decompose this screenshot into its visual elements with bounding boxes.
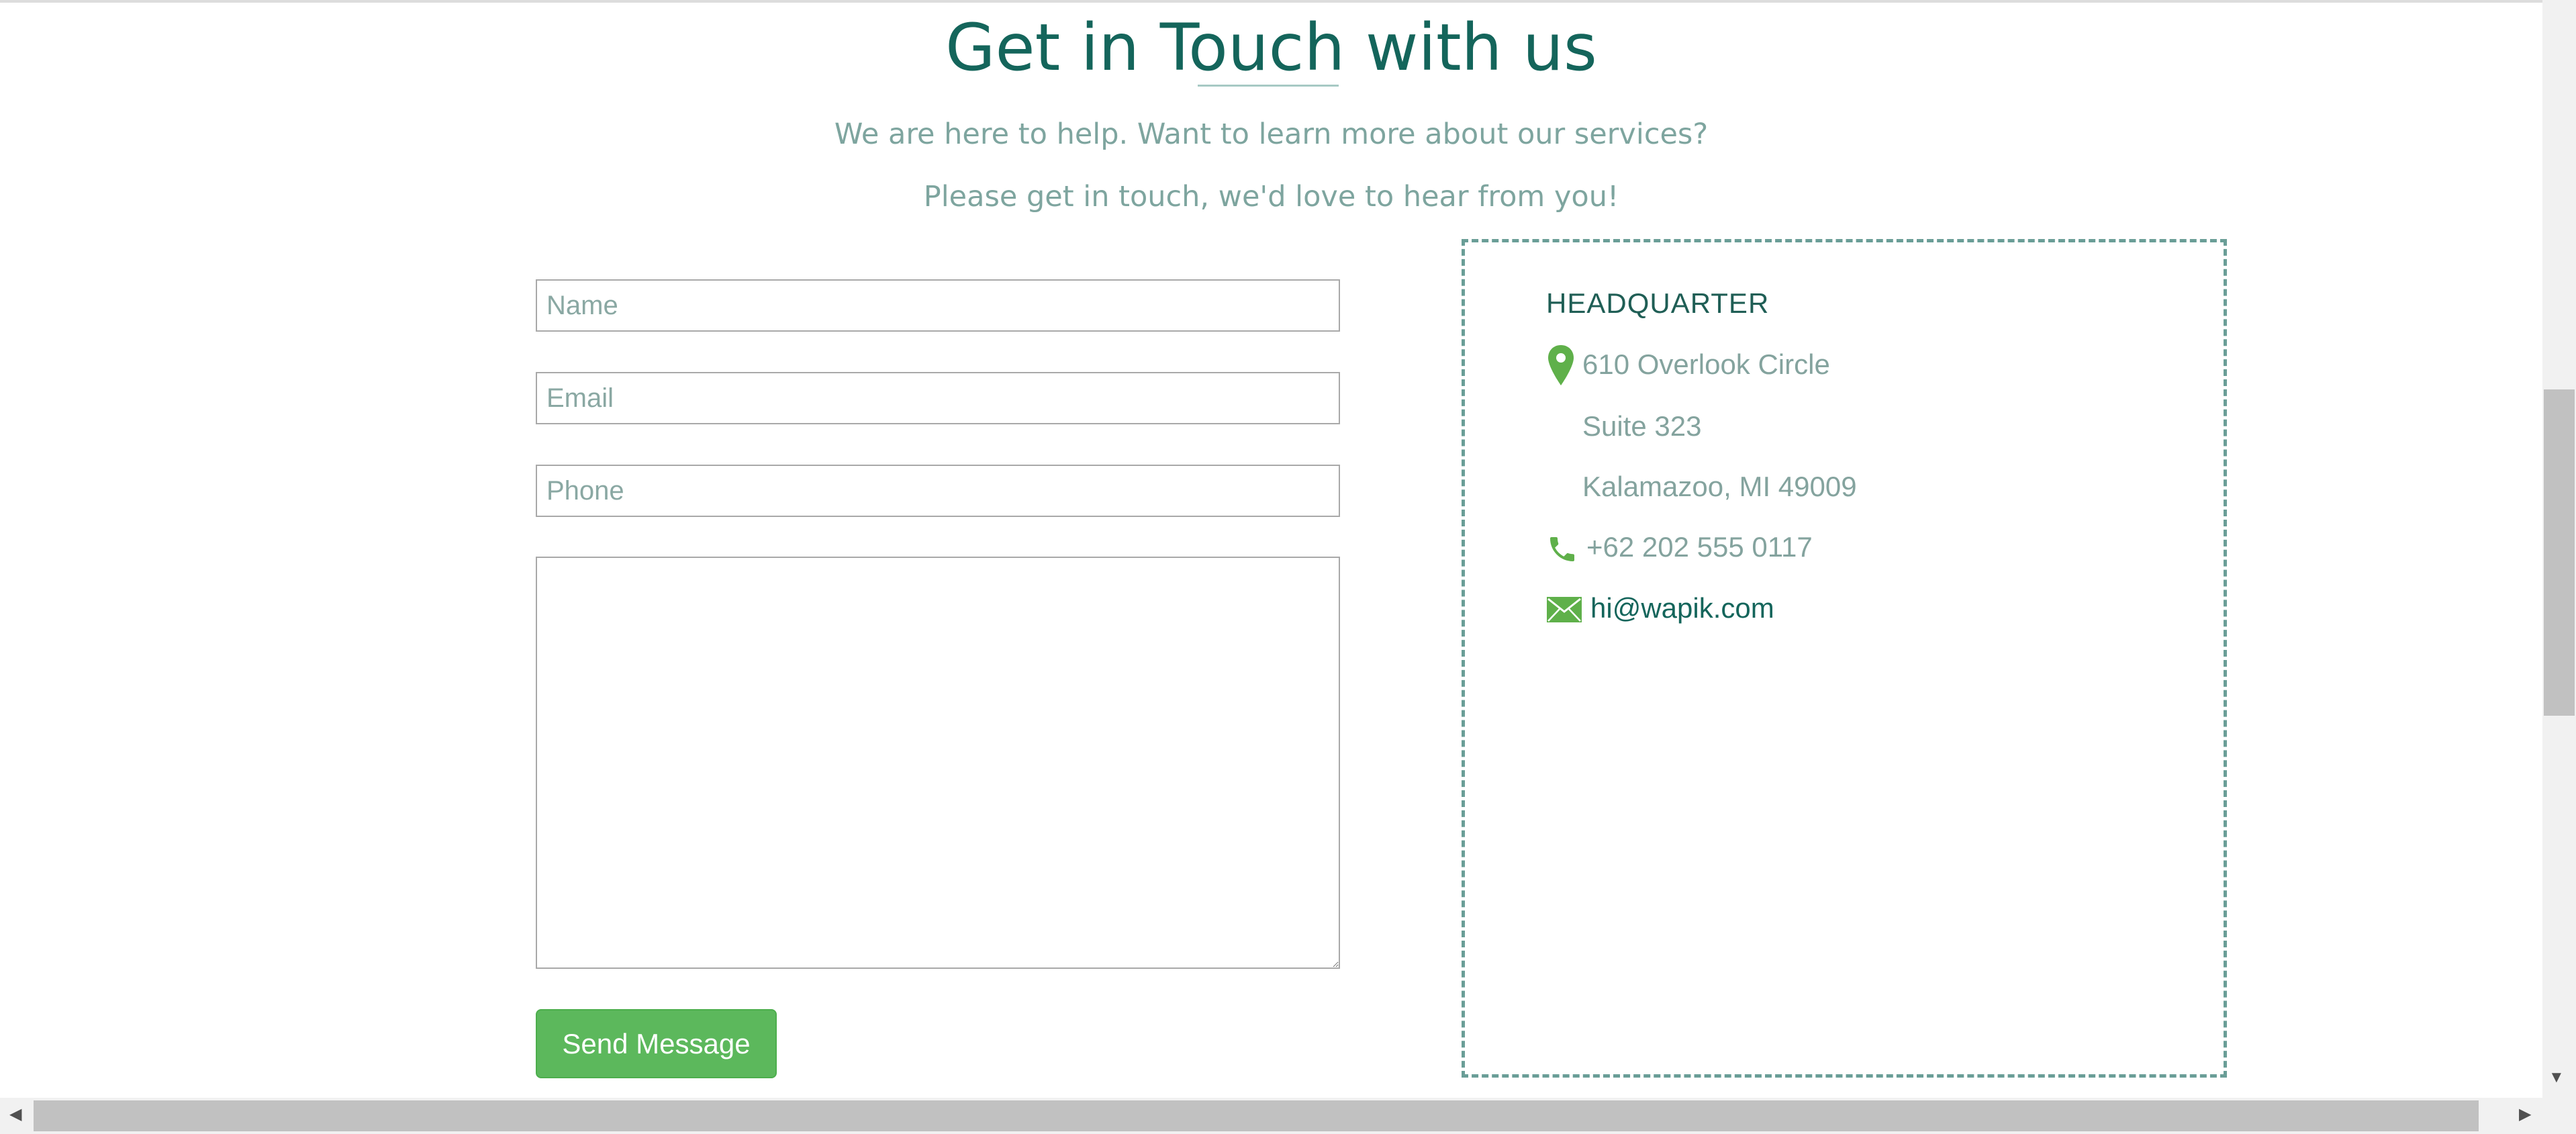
- phone-number: +62 202 555 0117: [1586, 531, 1813, 563]
- email-link[interactable]: hi@wapik.com: [1590, 591, 1774, 626]
- subtitle-line-2: Please get in touch, we'd love to hear f…: [923, 180, 1619, 214]
- headquarter-card: [1462, 239, 2227, 1078]
- map-pin-icon: [1548, 345, 1574, 385]
- subtitle-line-1: We are here to help. Want to learn more …: [834, 117, 1709, 151]
- title-underline: [1198, 85, 1339, 87]
- page-title: Get in Touch with us: [945, 10, 1597, 85]
- scroll-left-arrow-icon[interactable]: ◀: [9, 1104, 21, 1125]
- phone-icon: [1550, 537, 1574, 561]
- envelope-icon: [1547, 597, 1582, 622]
- scroll-right-arrow-icon[interactable]: ▶: [2519, 1104, 2531, 1125]
- message-textarea[interactable]: [536, 557, 1340, 969]
- scroll-down-arrow-icon[interactable]: ▼: [2548, 1068, 2565, 1088]
- send-message-button[interactable]: Send Message: [536, 1009, 777, 1078]
- headquarter-title: HEADQUARTER: [1546, 287, 1770, 319]
- name-input[interactable]: [536, 279, 1340, 332]
- top-border: [0, 0, 2576, 3]
- address-line-1: 610 Overlook Circle: [1582, 348, 1830, 380]
- horizontal-scrollbar-thumb[interactable]: [34, 1100, 2479, 1131]
- address-line-3: Kalamazoo, MI 49009: [1582, 471, 1857, 502]
- phone-input[interactable]: [536, 465, 1340, 517]
- vertical-scrollbar-thumb[interactable]: [2544, 389, 2575, 716]
- address-line-2: Suite 323: [1582, 410, 1702, 442]
- email-input[interactable]: [536, 372, 1340, 424]
